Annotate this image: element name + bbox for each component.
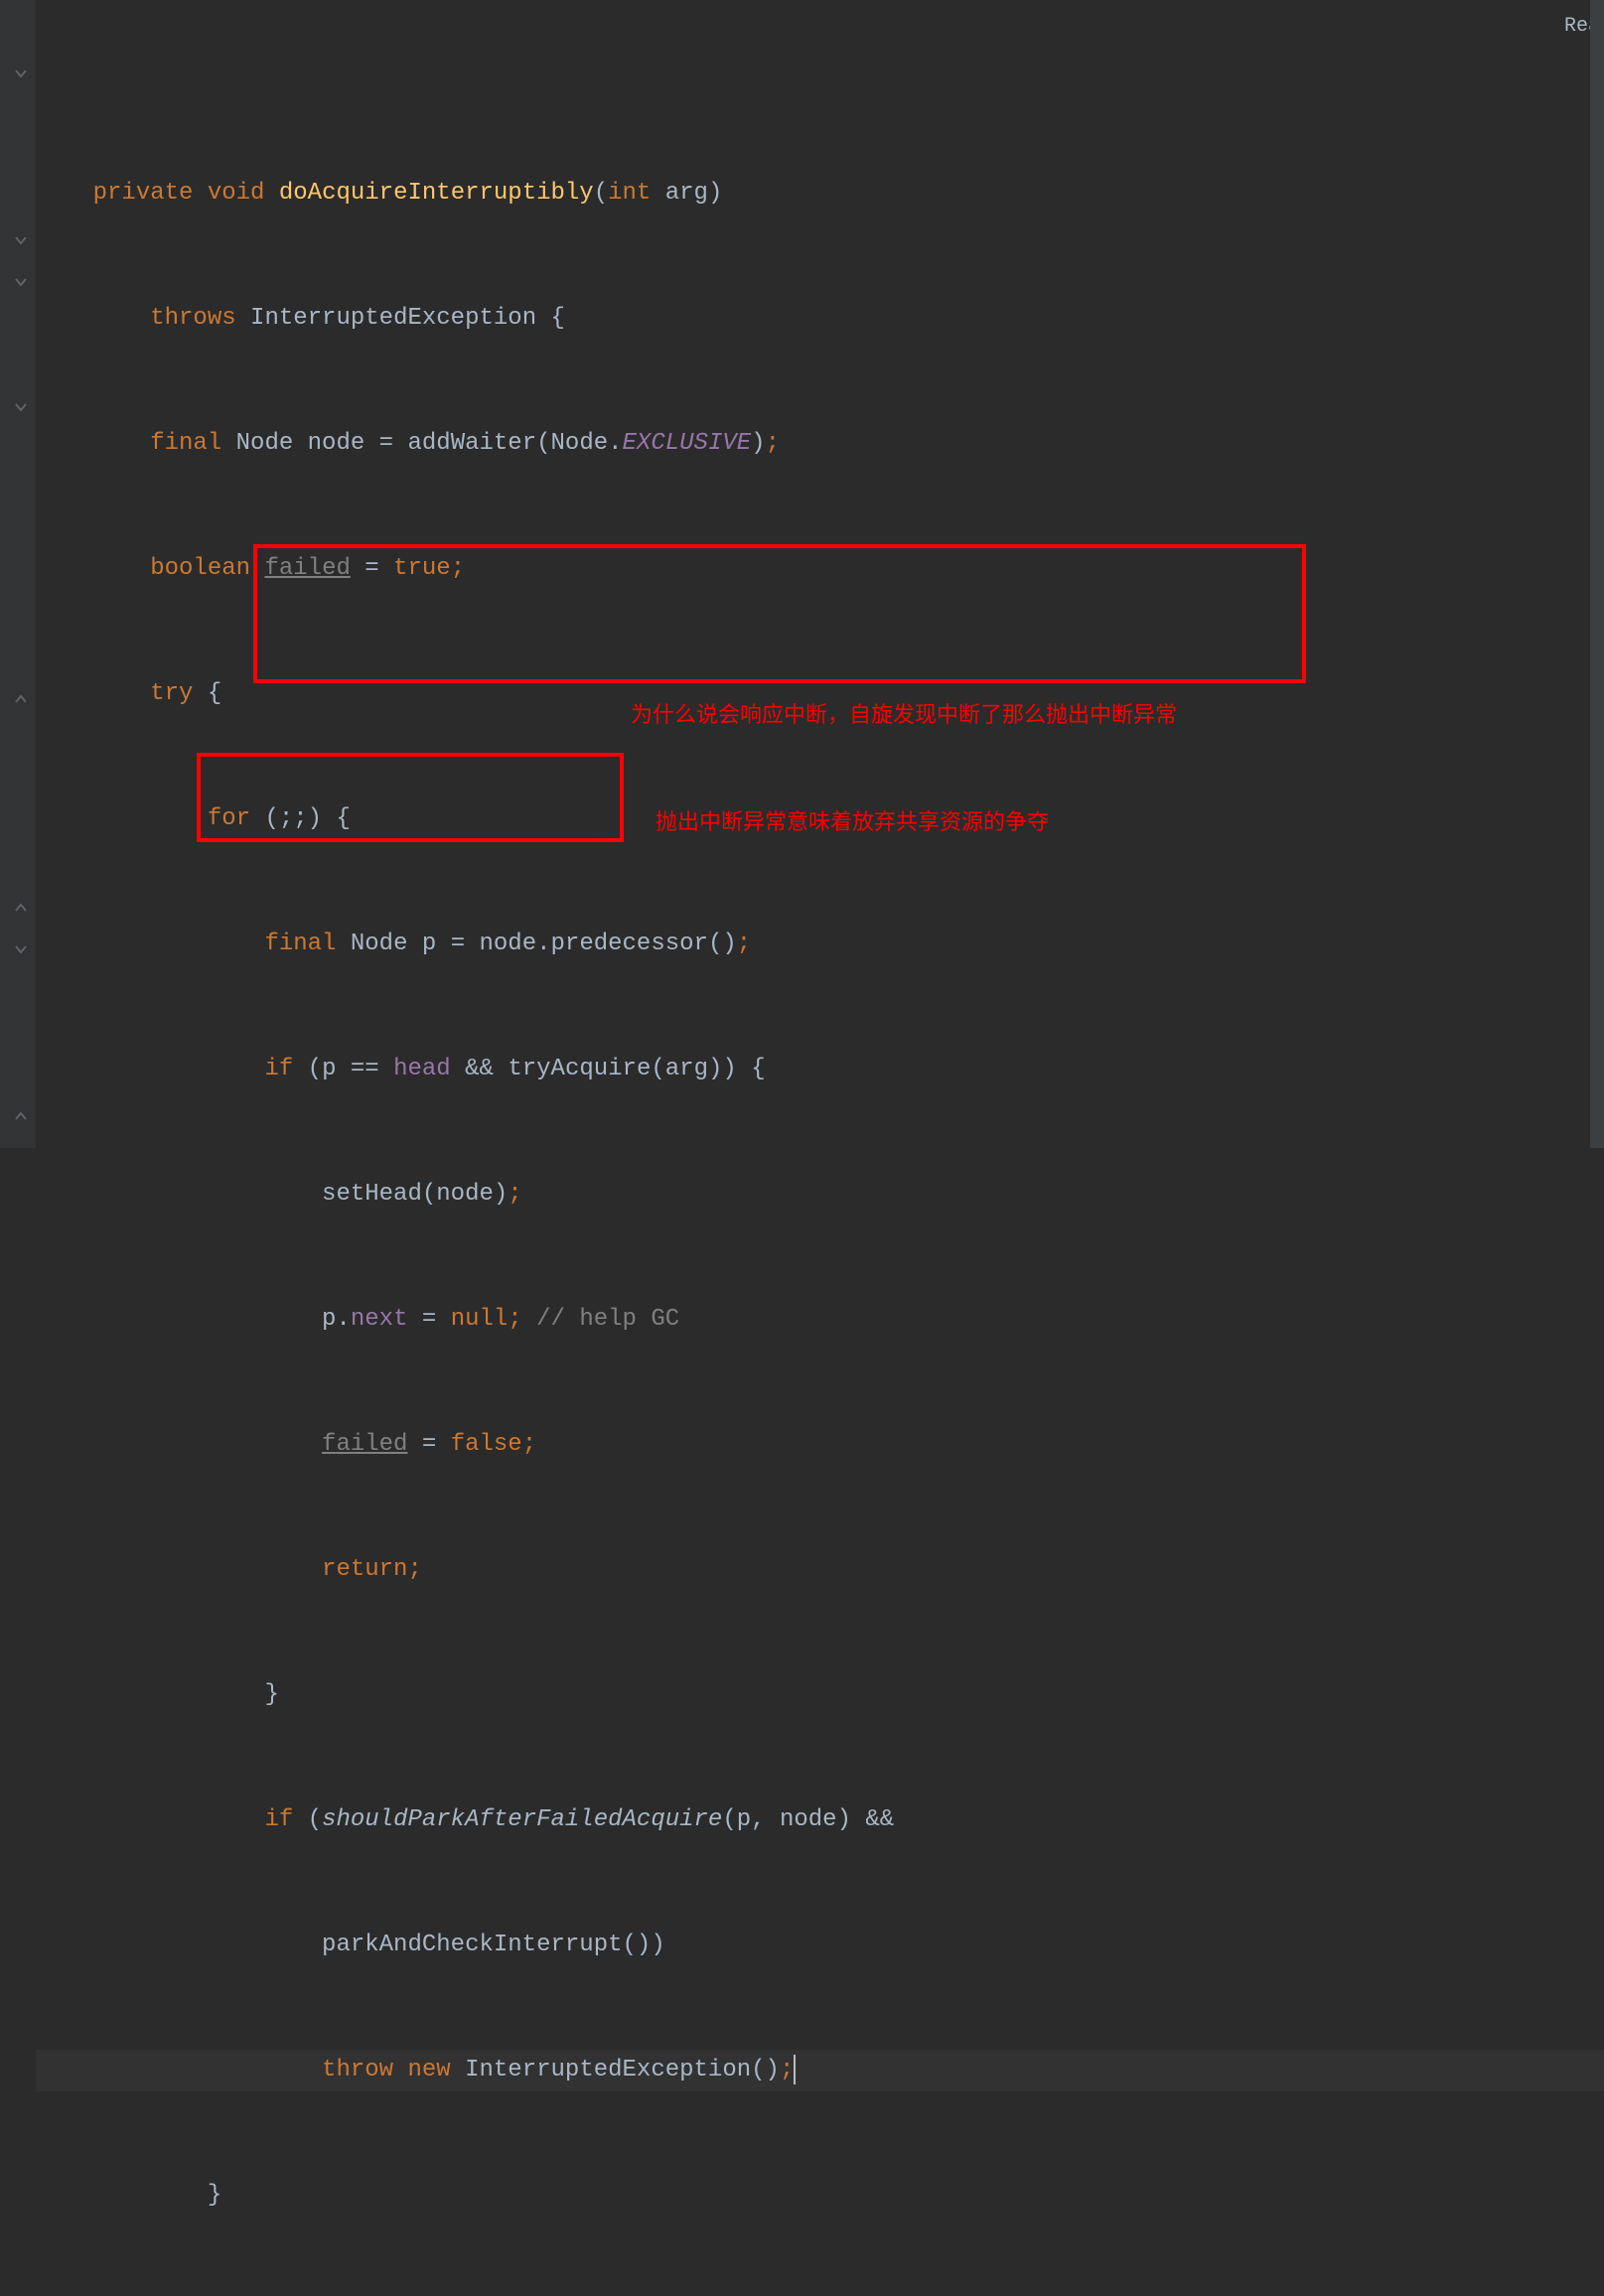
code-line[interactable]: private void doAcquireInterruptibly(int …: [36, 173, 1604, 215]
method-call: parkAndCheckInterrupt: [322, 1932, 622, 1958]
keyword-if: if: [264, 1806, 293, 1833]
keyword-final: final: [150, 430, 221, 457]
annotation-text-1: 为什么说会响应中断，自旋发现中断了那么抛出中断异常: [631, 697, 1177, 729]
code-line[interactable]: }: [36, 1674, 1604, 1716]
static-field: EXCLUSIVE: [623, 430, 752, 457]
keyword-try: try: [150, 680, 193, 707]
fold-marker-icon[interactable]: [14, 270, 28, 284]
fold-marker-icon[interactable]: [14, 1104, 28, 1118]
type-ref: Node: [551, 430, 609, 457]
variable-ref: p: [737, 1806, 751, 1833]
static-method-call: shouldParkAfterFailedAcquire: [322, 1806, 722, 1833]
code-line[interactable]: setHead(node);: [36, 1174, 1604, 1216]
code-line[interactable]: throw new InterruptedException();: [36, 2050, 1604, 2091]
variable-ref: p: [322, 1056, 336, 1082]
method-call: predecessor: [551, 931, 708, 957]
fold-marker-icon[interactable]: [14, 62, 28, 75]
code-area[interactable]: Rea private void doAcquireInterruptibly(…: [36, 0, 1604, 1148]
local-variable: failed: [264, 555, 350, 582]
keyword-new: new: [407, 2057, 450, 2083]
method-call: addWaiter: [407, 430, 536, 457]
keyword-int: int: [608, 180, 651, 207]
code-line[interactable]: parkAndCheckInterrupt()): [36, 1925, 1604, 1966]
code-line[interactable]: boolean failed = true;: [36, 548, 1604, 590]
code-line[interactable]: return;: [36, 1549, 1604, 1591]
method-declaration: doAcquireInterruptibly: [279, 180, 594, 207]
scrollbar-track[interactable]: [1590, 0, 1604, 1148]
fold-marker-icon[interactable]: [14, 896, 28, 910]
fold-marker-icon[interactable]: [14, 687, 28, 701]
keyword-throws: throws: [150, 305, 235, 332]
annotation-text-2: 抛出中断异常意味着放弃共享资源的争夺: [656, 804, 1049, 836]
editor-container: Rea private void doAcquireInterruptibly(…: [0, 0, 1604, 1148]
keyword-if: if: [264, 1056, 293, 1082]
keyword-private: private: [93, 180, 194, 207]
code-line[interactable]: p.next = null; // help GC: [36, 1299, 1604, 1341]
code-line[interactable]: final Node p = node.predecessor();: [36, 924, 1604, 965]
variable-ref: arg: [665, 1056, 708, 1082]
type-ref: Node: [236, 430, 294, 457]
field-ref: head: [393, 1056, 451, 1082]
type-ref: InterruptedException: [465, 2057, 751, 2083]
code-line[interactable]: if (p == head && tryAcquire(arg)) {: [36, 1049, 1604, 1090]
variable-ref: failed: [322, 1431, 407, 1458]
code-line[interactable]: throws InterruptedException {: [36, 298, 1604, 340]
caret-line-highlight: [36, 2050, 1604, 2091]
keyword-final: final: [264, 931, 336, 957]
keyword-return: return: [322, 1556, 407, 1583]
comment: // help GC: [536, 1306, 679, 1333]
variable-ref: node: [480, 931, 537, 957]
keyword-for: for: [208, 805, 250, 832]
code-line[interactable]: if (shouldParkAfterFailedAcquire(p, node…: [36, 1799, 1604, 1841]
keyword-false: false: [451, 1431, 522, 1458]
keyword-throw: throw: [322, 2057, 393, 2083]
text-caret: [794, 2055, 796, 2084]
fold-marker-icon[interactable]: [14, 228, 28, 242]
variable-ref: node: [780, 1806, 837, 1833]
fold-marker-icon[interactable]: [14, 395, 28, 409]
fold-marker-icon[interactable]: [14, 937, 28, 951]
type-ref: InterruptedException: [250, 305, 536, 332]
keyword-boolean: boolean: [150, 555, 250, 582]
keyword-true: true: [393, 555, 451, 582]
variable-ref: p: [322, 1306, 336, 1333]
method-call: setHead: [322, 1181, 422, 1208]
code-line[interactable]: final Node node = addWaiter(Node.EXCLUSI…: [36, 423, 1604, 465]
keyword-void: void: [208, 180, 265, 207]
variable-ref: node: [436, 1181, 494, 1208]
keyword-null: null: [451, 1306, 509, 1333]
field-ref: next: [351, 1306, 408, 1333]
parameter: arg: [665, 180, 708, 207]
code-line[interactable]: failed = false;: [36, 1424, 1604, 1466]
type-ref: Node: [351, 931, 408, 957]
code-line[interactable]: }: [36, 2175, 1604, 2217]
local-variable: node: [308, 430, 365, 457]
method-call: tryAcquire: [508, 1056, 651, 1082]
gutter: [0, 0, 36, 1148]
local-variable: p: [422, 931, 436, 957]
